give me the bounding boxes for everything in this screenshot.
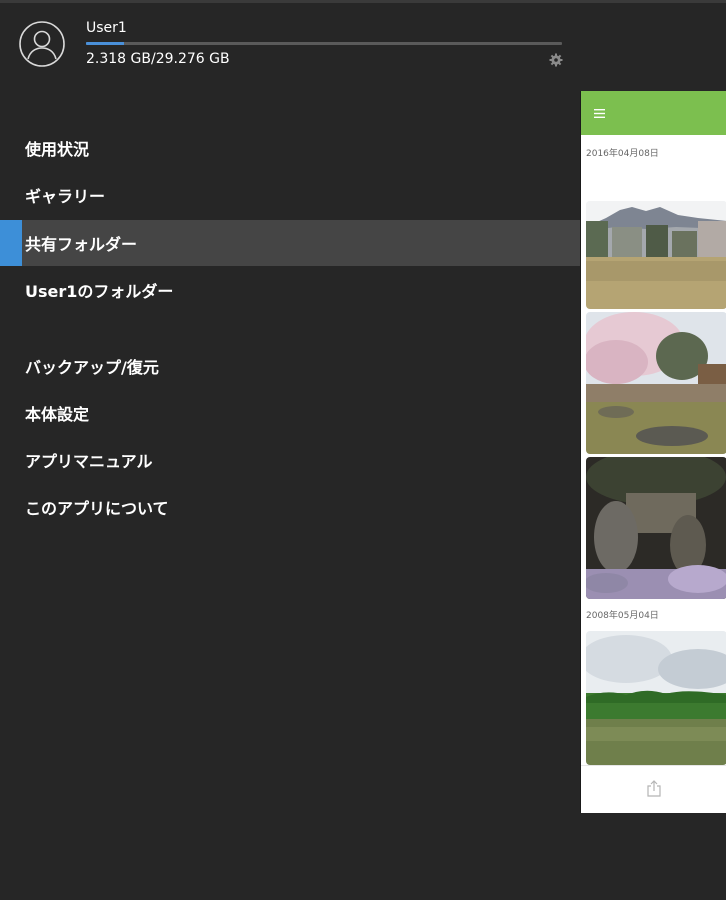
- date-header: 2008年05月04日: [586, 611, 659, 621]
- menu-item-label: 本体設定: [25, 405, 90, 424]
- menu-item-user-folder[interactable]: User1のフォルダー: [0, 267, 580, 313]
- storage-usage-fill: [86, 42, 124, 45]
- menu-item-usage[interactable]: 使用状況: [0, 125, 580, 171]
- photo-thumbnail[interactable]: [586, 457, 726, 599]
- menu-item-label: ギャラリー: [25, 187, 106, 206]
- storage-usage-bar: [86, 42, 562, 45]
- preview-toolbar: [581, 91, 726, 135]
- hamburger-icon[interactable]: [594, 109, 605, 118]
- menu-item-label: アプリマニュアル: [25, 452, 153, 471]
- menu-item-label: このアプリについて: [25, 499, 169, 518]
- menu-item-gallery[interactable]: ギャラリー: [0, 172, 580, 218]
- menu-item-label: 共有フォルダー: [25, 235, 138, 254]
- photo-thumbnail[interactable]: [586, 312, 726, 454]
- menu-item-label: バックアップ/復元: [25, 358, 159, 377]
- user-avatar-icon[interactable]: [19, 21, 65, 67]
- footer-divider: [581, 765, 726, 766]
- storage-usage-text: 2.318 GB/29.276 GB: [86, 51, 230, 67]
- photo-thumbnail[interactable]: [586, 631, 726, 765]
- date-header: 2016年04月08日: [586, 149, 659, 159]
- menu-item-shared-folder[interactable]: 共有フォルダー: [0, 220, 580, 266]
- gallery-preview-panel[interactable]: 2016年04月08日 2008年05月04日: [580, 91, 726, 813]
- top-divider: [0, 0, 726, 3]
- gear-icon[interactable]: [549, 53, 563, 67]
- photo-thumbnail[interactable]: [586, 201, 726, 309]
- active-indicator: [0, 220, 22, 266]
- menu-item-device-settings[interactable]: 本体設定: [0, 390, 580, 436]
- menu-item-label: 使用状況: [25, 140, 90, 159]
- menu-item-backup-restore[interactable]: バックアップ/復元: [0, 343, 580, 389]
- share-icon[interactable]: [647, 780, 661, 797]
- menu-item-app-manual[interactable]: アプリマニュアル: [0, 437, 580, 483]
- username: User1: [86, 20, 127, 36]
- menu-item-about-app[interactable]: このアプリについて: [0, 484, 580, 530]
- menu-item-label: User1のフォルダー: [25, 282, 174, 301]
